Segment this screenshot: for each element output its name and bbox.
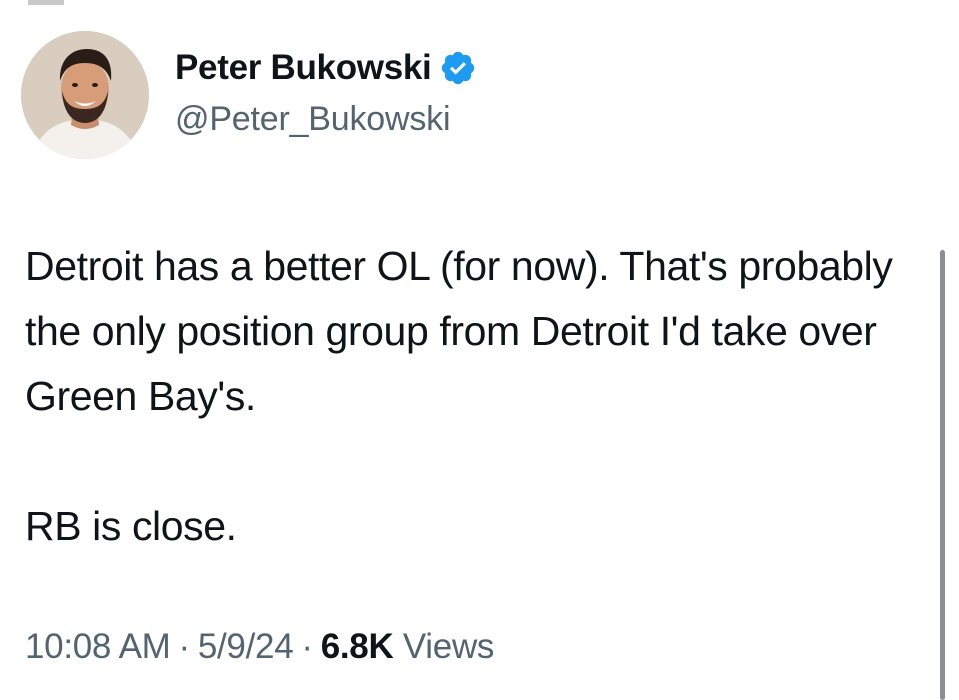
avatar-photo <box>21 31 149 159</box>
verified-badge-icon[interactable] <box>439 49 477 87</box>
author-display-name[interactable]: Peter Bukowski <box>175 48 432 88</box>
tweet-time[interactable]: 10:08 AM <box>25 627 171 666</box>
author-block[interactable]: Peter Bukowski @Peter_Bukowski <box>175 46 477 139</box>
author-handle[interactable]: @Peter_Bukowski <box>175 100 477 139</box>
views-label: Views <box>402 627 495 666</box>
name-row: Peter Bukowski <box>175 46 477 90</box>
tweet-meta: 10:08 AM · 5/9/24 · 6.8K Views <box>25 627 494 667</box>
tweet-card: Peter Bukowski @Peter_Bukowski Detroit h… <box>0 0 959 700</box>
top-edge-fragment <box>28 0 64 5</box>
scrollbar[interactable] <box>940 250 945 700</box>
avatar[interactable] <box>21 31 149 159</box>
tweet-paragraph: Detroit has a better OL (for now). That'… <box>25 243 904 419</box>
tweet-text: Detroit has a better OL (for now). That'… <box>25 234 905 559</box>
tweet-paragraph: RB is close. <box>25 503 237 549</box>
tweet-date[interactable]: 5/9/24 <box>198 627 294 666</box>
views-count[interactable]: 6.8K <box>321 627 394 666</box>
meta-separator: · <box>178 627 190 666</box>
meta-separator: · <box>301 627 313 666</box>
